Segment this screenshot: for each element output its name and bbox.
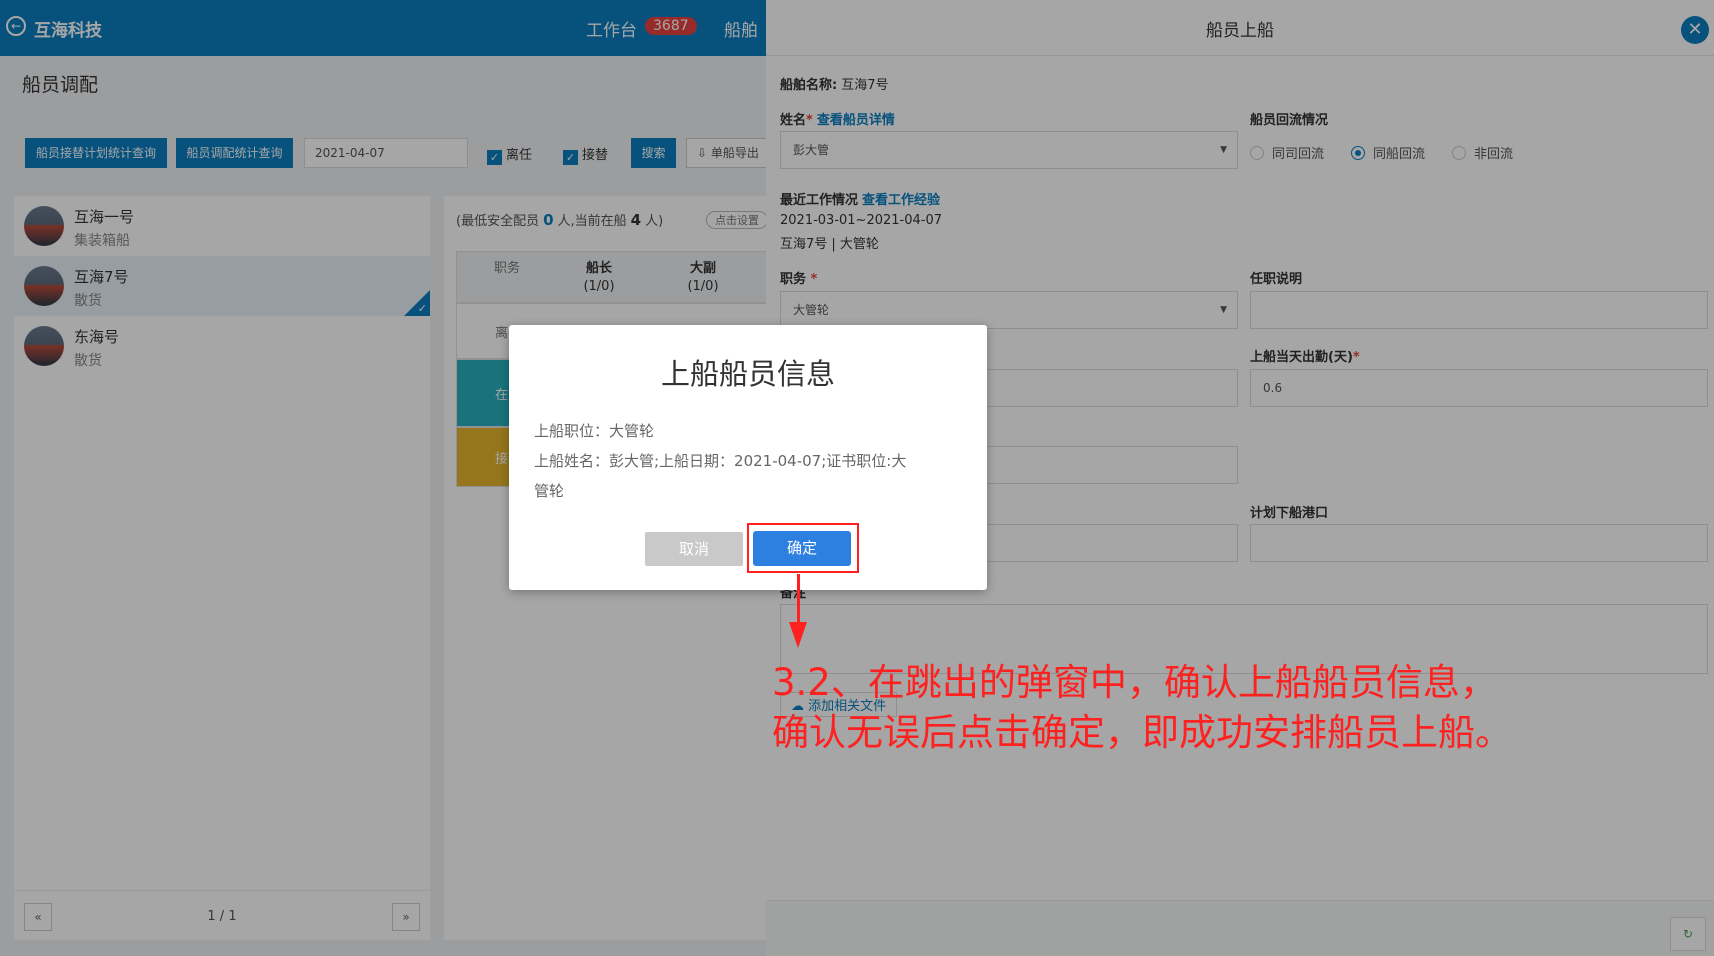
dialog-position-line: 上船职位：大管轮 <box>534 422 655 440</box>
dialog-detail-line: 上船姓名：彭大管;上船日期：2021-04-07;证书职位:大 <box>534 452 907 470</box>
annotation-text: 3.2、在跳出的弹窗中，确认上船船员信息， 确认无误后点击确定，即成功安排船员上… <box>772 658 1512 758</box>
confirm-button[interactable]: 确定 <box>753 531 851 566</box>
boarding-confirm-dialog: 上船船员信息 上船职位：大管轮 上船姓名：彭大管;上船日期：2021-04-07… <box>509 325 987 590</box>
annotation-arrow <box>797 574 800 624</box>
dialog-detail-line-cont: 管轮 <box>534 482 565 500</box>
annotation-line-1: 3.2、在跳出的弹窗中，确认上船船员信息， <box>772 661 1497 704</box>
annotation-arrow-head <box>789 622 807 648</box>
cancel-button[interactable]: 取消 <box>645 532 743 566</box>
dialog-title: 上船船员信息 <box>660 357 835 391</box>
annotation-line-2: 确认无误后点击确定，即成功安排船员上船。 <box>772 711 1512 754</box>
